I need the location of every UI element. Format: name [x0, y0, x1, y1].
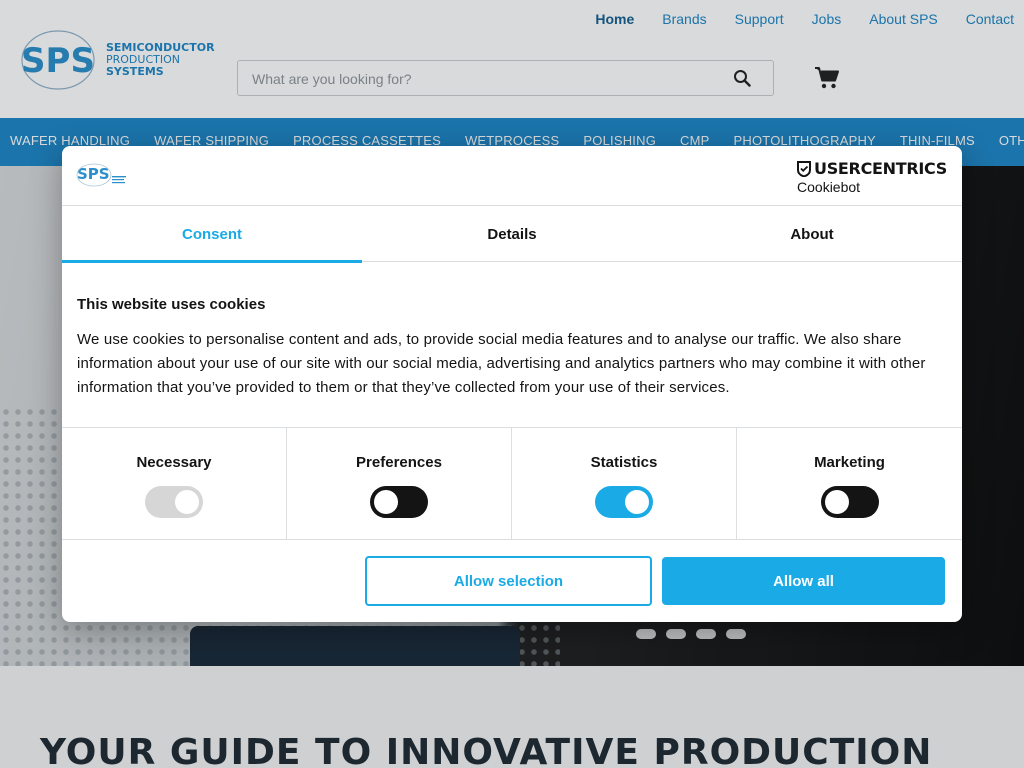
usercentrics-label: USERCENTRICS — [814, 159, 947, 178]
consent-toggles: Necessary Preferences Statistics Marketi… — [62, 427, 962, 540]
cookiebot-label: Cookiebot — [797, 179, 861, 195]
toggle-knob — [374, 490, 398, 514]
usercentrics-branding[interactable]: USERCENTRICS Cookiebot — [797, 160, 947, 195]
tab-about[interactable]: About — [662, 206, 962, 262]
dialog-header: SPS USERCENTRICS Cookiebot — [62, 146, 962, 206]
toggle-preferences-group: Preferences — [287, 428, 512, 540]
toggle-knob — [625, 490, 649, 514]
toggle-statistics-label: Statistics — [590, 454, 658, 471]
toggle-marketing-group: Marketing — [737, 428, 962, 540]
toggle-necessary-label: Necessary — [136, 454, 212, 471]
toggle-knob — [824, 490, 849, 514]
tab-details[interactable]: Details — [362, 206, 662, 262]
toggle-knob — [175, 490, 199, 514]
allow-all-button[interactable]: Allow all — [662, 557, 945, 605]
toggle-statistics-switch[interactable] — [595, 486, 653, 518]
toggle-necessary-group: Necessary — [62, 428, 287, 540]
toggle-marketing-switch[interactable] — [820, 486, 879, 518]
usercentrics-wordmark: USERCENTRICS — [797, 160, 947, 178]
dialog-tabs: Consent Details About — [62, 206, 962, 263]
toggle-marketing-label: Marketing — [814, 454, 885, 471]
toggle-preferences-label: Preferences — [356, 454, 442, 471]
toggle-preferences-switch[interactable] — [370, 486, 428, 518]
shield-check-icon — [797, 161, 812, 177]
cookie-consent-dialog: SPS USERCENTRICS Cookiebot Consent Detai… — [62, 146, 962, 622]
toggle-necessary-switch — [145, 486, 203, 518]
dialog-body: This website uses cookies We use cookies… — [77, 296, 952, 400]
tab-consent[interactable]: Consent — [62, 206, 362, 263]
sps-small-logo-icon: SPS — [76, 163, 126, 187]
toggle-statistics-group: Statistics — [512, 428, 737, 540]
dialog-heading: This website uses cookies — [77, 296, 266, 313]
dialog-description: We use cookies to personalise content an… — [77, 331, 926, 396]
allow-selection-button[interactable]: Allow selection — [365, 556, 652, 606]
